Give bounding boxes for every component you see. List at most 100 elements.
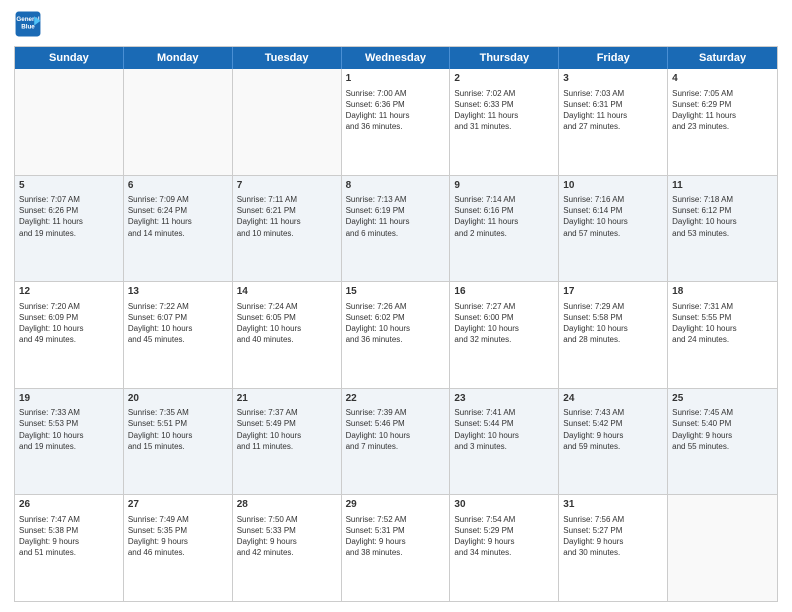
day-cell-9: 9Sunrise: 7:14 AMSunset: 6:16 PMDaylight… bbox=[450, 176, 559, 282]
cell-info: and 7 minutes. bbox=[346, 441, 446, 452]
cell-info: Sunrise: 7:18 AM bbox=[672, 194, 773, 205]
cell-info: Sunset: 5:58 PM bbox=[563, 312, 663, 323]
cell-info: Sunset: 5:42 PM bbox=[563, 418, 663, 429]
cell-info: Sunrise: 7:56 AM bbox=[563, 514, 663, 525]
cell-info: Daylight: 9 hours bbox=[563, 430, 663, 441]
day-number: 18 bbox=[672, 285, 773, 299]
cell-info: and 15 minutes. bbox=[128, 441, 228, 452]
cell-info: and 11 minutes. bbox=[237, 441, 337, 452]
cell-info: and 24 minutes. bbox=[672, 334, 773, 345]
cell-info: and 19 minutes. bbox=[19, 228, 119, 239]
cell-info: and 14 minutes. bbox=[128, 228, 228, 239]
cell-info: Sunset: 6:05 PM bbox=[237, 312, 337, 323]
day-number: 1 bbox=[346, 72, 446, 86]
day-number: 10 bbox=[563, 179, 663, 193]
day-cell-27: 27Sunrise: 7:49 AMSunset: 5:35 PMDayligh… bbox=[124, 495, 233, 601]
cell-info: Daylight: 9 hours bbox=[454, 536, 554, 547]
day-cell-16: 16Sunrise: 7:27 AMSunset: 6:00 PMDayligh… bbox=[450, 282, 559, 388]
day-cell-28: 28Sunrise: 7:50 AMSunset: 5:33 PMDayligh… bbox=[233, 495, 342, 601]
cell-info: and 51 minutes. bbox=[19, 547, 119, 558]
cell-info: Sunrise: 7:49 AM bbox=[128, 514, 228, 525]
cell-info: Sunset: 6:26 PM bbox=[19, 205, 119, 216]
cell-info: Sunset: 6:16 PM bbox=[454, 205, 554, 216]
cell-info: Sunrise: 7:13 AM bbox=[346, 194, 446, 205]
cell-info: Daylight: 10 hours bbox=[128, 323, 228, 334]
page: General Blue SundayMondayTuesdayWednesda… bbox=[0, 0, 792, 612]
cell-info: Sunset: 5:31 PM bbox=[346, 525, 446, 536]
day-number: 8 bbox=[346, 179, 446, 193]
day-cell-26: 26Sunrise: 7:47 AMSunset: 5:38 PMDayligh… bbox=[15, 495, 124, 601]
cell-info: Daylight: 10 hours bbox=[237, 323, 337, 334]
cell-info: Sunset: 6:02 PM bbox=[346, 312, 446, 323]
day-number: 22 bbox=[346, 392, 446, 406]
cell-info: Sunset: 6:29 PM bbox=[672, 99, 773, 110]
cell-info: Daylight: 11 hours bbox=[128, 216, 228, 227]
cell-info: and 27 minutes. bbox=[563, 121, 663, 132]
cell-info: Daylight: 10 hours bbox=[19, 430, 119, 441]
cell-info: Daylight: 11 hours bbox=[672, 110, 773, 121]
header-day-wednesday: Wednesday bbox=[342, 47, 451, 69]
cell-info: Sunrise: 7:39 AM bbox=[346, 407, 446, 418]
day-cell-11: 11Sunrise: 7:18 AMSunset: 6:12 PMDayligh… bbox=[668, 176, 777, 282]
day-number: 27 bbox=[128, 498, 228, 512]
cell-info: Sunset: 5:33 PM bbox=[237, 525, 337, 536]
cell-info: Sunrise: 7:05 AM bbox=[672, 88, 773, 99]
cell-info: Sunrise: 7:26 AM bbox=[346, 301, 446, 312]
cell-info: Sunset: 6:12 PM bbox=[672, 205, 773, 216]
cell-info: Sunrise: 7:43 AM bbox=[563, 407, 663, 418]
day-number: 30 bbox=[454, 498, 554, 512]
cell-info: and 6 minutes. bbox=[346, 228, 446, 239]
cell-info: and 45 minutes. bbox=[128, 334, 228, 345]
cell-info: Daylight: 10 hours bbox=[672, 323, 773, 334]
calendar-body: 1Sunrise: 7:00 AMSunset: 6:36 PMDaylight… bbox=[15, 69, 777, 601]
cell-info: and 42 minutes. bbox=[237, 547, 337, 558]
cell-info: Sunset: 6:33 PM bbox=[454, 99, 554, 110]
day-cell-1: 1Sunrise: 7:00 AMSunset: 6:36 PMDaylight… bbox=[342, 69, 451, 175]
cell-info: Daylight: 10 hours bbox=[19, 323, 119, 334]
day-number: 20 bbox=[128, 392, 228, 406]
cell-info: Sunrise: 7:22 AM bbox=[128, 301, 228, 312]
day-number: 9 bbox=[454, 179, 554, 193]
calendar: SundayMondayTuesdayWednesdayThursdayFrid… bbox=[14, 46, 778, 602]
cell-info: Sunrise: 7:45 AM bbox=[672, 407, 773, 418]
cell-info: and 36 minutes. bbox=[346, 121, 446, 132]
cell-info: Daylight: 9 hours bbox=[19, 536, 119, 547]
day-number: 5 bbox=[19, 179, 119, 193]
cell-info: Sunset: 5:49 PM bbox=[237, 418, 337, 429]
cell-info: and 36 minutes. bbox=[346, 334, 446, 345]
day-cell-6: 6Sunrise: 7:09 AMSunset: 6:24 PMDaylight… bbox=[124, 176, 233, 282]
cell-info: Daylight: 10 hours bbox=[454, 430, 554, 441]
header-day-saturday: Saturday bbox=[668, 47, 777, 69]
day-cell-18: 18 Sunrise: 7:31 AMSunset: 5:55 PMDayligh… bbox=[668, 282, 777, 388]
cell-info: and 3 minutes. bbox=[454, 441, 554, 452]
cell-info: and 30 minutes. bbox=[563, 547, 663, 558]
header-day-friday: Friday bbox=[559, 47, 668, 69]
cell-info: Daylight: 10 hours bbox=[563, 323, 663, 334]
cell-info: Sunrise: 7:02 AM bbox=[454, 88, 554, 99]
cell-info: Daylight: 11 hours bbox=[563, 110, 663, 121]
day-cell-23: 23Sunrise: 7:41 AMSunset: 5:44 PMDayligh… bbox=[450, 389, 559, 495]
cell-info: Sunrise: 7:35 AM bbox=[128, 407, 228, 418]
header-day-tuesday: Tuesday bbox=[233, 47, 342, 69]
cell-info: and 53 minutes. bbox=[672, 228, 773, 239]
day-cell-14: 14Sunrise: 7:24 AMSunset: 6:05 PMDayligh… bbox=[233, 282, 342, 388]
cell-info: Sunset: 5:38 PM bbox=[19, 525, 119, 536]
day-number: 14 bbox=[237, 285, 337, 299]
cell-info: and 38 minutes. bbox=[346, 547, 446, 558]
day-cell-5: 5Sunrise: 7:07 AMSunset: 6:26 PMDaylight… bbox=[15, 176, 124, 282]
day-cell-17: 17Sunrise: 7:29 AMSunset: 5:58 PMDayligh… bbox=[559, 282, 668, 388]
cell-info: Sunset: 6:00 PM bbox=[454, 312, 554, 323]
header-day-thursday: Thursday bbox=[450, 47, 559, 69]
calendar-row-3: 19Sunrise: 7:33 AMSunset: 5:53 PMDayligh… bbox=[15, 389, 777, 496]
cell-info: Daylight: 10 hours bbox=[237, 430, 337, 441]
day-number: 7 bbox=[237, 179, 337, 193]
day-number: 19 bbox=[19, 392, 119, 406]
cell-info: Sunset: 6:21 PM bbox=[237, 205, 337, 216]
cell-info: Daylight: 10 hours bbox=[672, 216, 773, 227]
cell-info: and 28 minutes. bbox=[563, 334, 663, 345]
cell-info: Sunset: 5:55 PM bbox=[672, 312, 773, 323]
cell-info: Sunrise: 7:31 AM bbox=[672, 301, 773, 312]
day-cell-15: 15Sunrise: 7:26 AMSunset: 6:02 PMDayligh… bbox=[342, 282, 451, 388]
cell-info: and 23 minutes. bbox=[672, 121, 773, 132]
cell-info: Sunset: 6:31 PM bbox=[563, 99, 663, 110]
